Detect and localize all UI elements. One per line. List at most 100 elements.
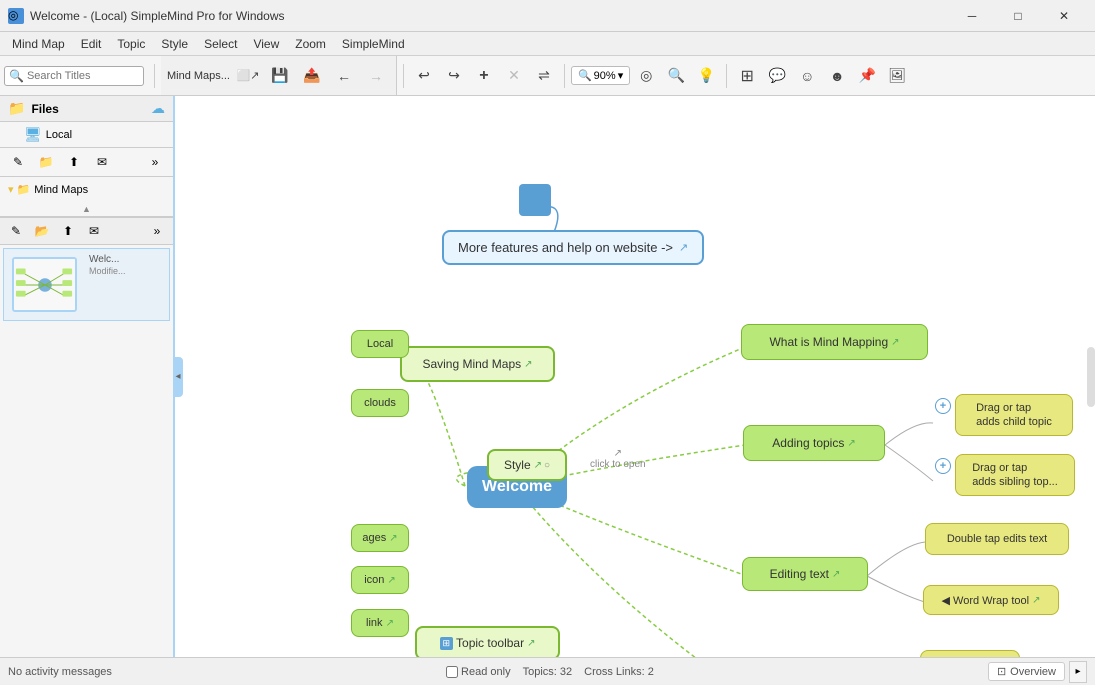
upload-tab-btn[interactable]: ⬆ [56, 220, 80, 242]
node-icon-partial[interactable]: icon ↗ [351, 566, 409, 594]
add-topic-button[interactable]: + [470, 62, 498, 90]
sidebar: 📁 Files ☁ 🖥 Local ✎ 📁 ⬆ ✉ » ▾ 📁 Mind Map… [0, 96, 175, 657]
read-only-label: Read only [461, 666, 511, 678]
thumbnail-svg [14, 258, 75, 311]
sidebar-email-btn[interactable]: ✉ [90, 151, 114, 173]
sidebar-collapse-btn[interactable]: ◂ [173, 357, 183, 397]
node-local-partial[interactable]: Local [351, 330, 409, 358]
node-what-label: What is Mind Mapping [769, 335, 888, 349]
canvas-area[interactable]: More features and help on website -> ↗ W… [175, 96, 1095, 657]
menu-simplemind[interactable]: SimpleMind [334, 35, 413, 53]
title-bar: ◎ Welcome - (Local) SimpleMind Pro for W… [0, 0, 1095, 32]
node-double-tap-label: Double tap edits text [947, 533, 1047, 545]
node-word-wrap[interactable]: ◀ Word Wrap tool ↗ [923, 585, 1059, 615]
toolbar-icon: ⊞ [440, 637, 454, 650]
menu-select[interactable]: Select [196, 35, 245, 53]
node-what[interactable]: What is Mind Mapping ↗ [741, 324, 928, 360]
node-icon-label: icon [364, 574, 384, 586]
zoom-search-icon: 🔍 [578, 69, 592, 82]
sidebar-folder-btn[interactable]: 📁 [34, 151, 58, 173]
more-tab-btn[interactable]: » [145, 220, 169, 242]
no-activity-message: No activity messages [8, 666, 112, 678]
image-button[interactable]: 🖼 [883, 62, 911, 90]
node-adding-label: Adding topics [772, 436, 844, 450]
search-input[interactable] [27, 70, 137, 82]
delete-topic-button[interactable]: ✕ [500, 62, 528, 90]
node-editing[interactable]: Editing text ↗ [742, 557, 868, 591]
status-more-btn[interactable]: ▸ [1069, 661, 1087, 683]
email-tab-btn[interactable]: ✉ [82, 220, 106, 242]
menu-topic[interactable]: Topic [109, 35, 153, 53]
sidebar-tabs: ✎ 📂 ⬆ ✉ » [0, 217, 173, 245]
node-drag-sibling[interactable]: Drag or tapadds sibling top... [955, 454, 1075, 496]
node-ages-label: ages [362, 532, 386, 544]
node-topic-toolbar-label: Topic toolbar [456, 636, 524, 650]
file-area: Mind Maps... ⬜↗ 💾 📤 ← → [161, 56, 397, 95]
sidebar-local-item[interactable]: 🖥 Local [0, 122, 173, 147]
tree-mindmaps[interactable]: ▾ 📁 Mind Maps [8, 181, 165, 198]
open-file-button[interactable]: ⬜↗ [234, 62, 262, 90]
menu-edit[interactable]: Edit [73, 35, 110, 53]
menu-zoom[interactable]: Zoom [287, 35, 334, 53]
sidebar-upload-btn[interactable]: ⬆ [62, 151, 86, 173]
editing-link-icon: ↗ [832, 569, 840, 580]
menu-view[interactable]: View [245, 35, 287, 53]
minimize-button[interactable]: ─ [949, 0, 995, 32]
search-icon: 🔍 [9, 69, 24, 83]
thumbnail-modified: Modifie... [85, 266, 130, 278]
redo-button[interactable]: ↪ [440, 62, 468, 90]
sidebar-new-btn[interactable]: ✎ [6, 151, 30, 173]
node-style[interactable]: Style ↗ ○ [487, 449, 567, 481]
scroll-indicator[interactable] [1087, 347, 1095, 407]
save-button[interactable]: 💾 [266, 62, 294, 90]
sidebar-more-btn[interactable]: » [143, 151, 167, 173]
status-bar: No activity messages Read only Topics: 3… [0, 657, 1095, 685]
layout-button[interactable]: ⊞ [733, 62, 761, 90]
crosslink-button[interactable]: ⇌ [530, 62, 558, 90]
local-icon: 🖥 [24, 126, 42, 143]
node-link-partial[interactable]: link ↗ [351, 609, 409, 637]
pin-button[interactable]: 📌 [853, 62, 881, 90]
zoom-control[interactable]: 🔍 90% ▾ [571, 66, 630, 85]
node-tap-select[interactable]: Tap to select [920, 650, 1020, 657]
node-drag-child[interactable]: Drag or tapadds child topic [955, 394, 1073, 436]
sidebar-thumbnail-item[interactable]: Welc... Modifie... [3, 248, 170, 321]
target-icon-button[interactable]: ◎ [632, 62, 660, 90]
search-area: 🔍 [4, 66, 144, 86]
node-double-tap[interactable]: Double tap edits text [925, 523, 1069, 555]
external-link-icon: ↗ [679, 241, 688, 254]
new-mindmap-tab-btn[interactable]: ✎ [4, 220, 28, 242]
share-button[interactable]: 📤 [298, 62, 326, 90]
menu-mindmap[interactable]: Mind Map [4, 35, 73, 53]
menu-style[interactable]: Style [153, 35, 196, 53]
comment-button[interactable]: 💬 [763, 62, 791, 90]
zoom-chevron-icon: ▾ [618, 69, 624, 82]
node-style-label: Style [504, 458, 531, 472]
node-adding[interactable]: Adding topics ↗ [743, 425, 885, 461]
top-connector-square [519, 184, 551, 216]
maximize-button[interactable]: □ [995, 0, 1041, 32]
node-topic-toolbar[interactable]: ⊞ Topic toolbar ↗ [415, 626, 560, 657]
node-clouds-partial[interactable]: clouds [351, 389, 409, 417]
status-bar-right: ⊡ Overview ▸ [988, 661, 1087, 683]
lightbulb-button[interactable]: 💡 [692, 62, 720, 90]
read-only-checkbox[interactable] [446, 666, 458, 678]
overview-button[interactable]: ⊡ Overview [988, 662, 1065, 681]
folder-tab-btn[interactable]: 📂 [30, 220, 54, 242]
emoji-button[interactable]: ☺ [793, 62, 821, 90]
read-only-checkbox-area[interactable]: Read only [446, 666, 511, 678]
search2-button[interactable]: 🔍 [662, 62, 690, 90]
features-box[interactable]: More features and help on website -> ↗ [442, 230, 704, 265]
node-drag-child-label: Drag or tapadds child topic [976, 401, 1052, 430]
back-button[interactable]: ← [330, 62, 358, 90]
node-ages-partial[interactable]: ages ↗ [351, 524, 409, 552]
sidebar-collapse-indicator: ▲ [0, 202, 173, 217]
close-button[interactable]: ✕ [1041, 0, 1087, 32]
undo-button[interactable]: ↩ [410, 62, 438, 90]
forward-button[interactable]: → [362, 62, 390, 90]
node-word-wrap-label: ◀ Word Wrap tool [942, 594, 1030, 607]
node-saving[interactable]: Saving Mind Maps ↗ [400, 346, 555, 382]
emoji2-button[interactable]: ☻ [823, 62, 851, 90]
files-label: Files [31, 102, 58, 116]
adding-link-icon: ↗ [847, 438, 855, 449]
